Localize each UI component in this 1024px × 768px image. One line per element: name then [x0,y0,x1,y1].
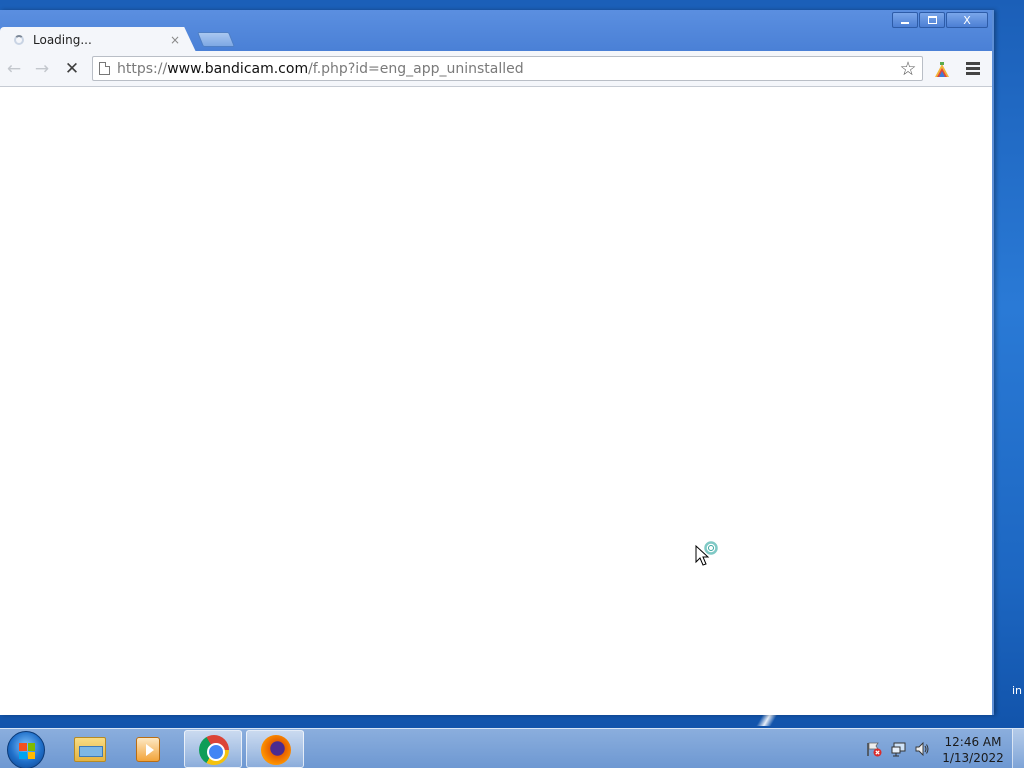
page-icon [99,62,110,75]
page-content [0,88,992,715]
address-bar[interactable]: https://www.bandicam.com/f.php?id=eng_ap… [92,56,923,81]
back-button[interactable]: ← [4,59,24,79]
url-text[interactable]: https://www.bandicam.com/f.php?id=eng_ap… [117,61,896,77]
explorer-icon [74,737,106,762]
firefox-icon [261,735,291,765]
tab-loading[interactable]: Loading... × [0,27,196,52]
browser-toolbar: ← → ✕ https://www.bandicam.com/f.php?id=… [0,51,992,87]
desktop-wallpaper-streak [752,714,782,726]
minimize-icon [901,22,909,24]
start-button[interactable] [7,731,45,768]
chrome-icon [199,735,229,765]
maximize-icon [927,16,937,24]
browser-window: Loading... × X ← → ✕ https://www.bandica… [0,10,994,715]
menu-icon[interactable] [966,62,980,75]
url-path: /f.php?id=eng_app_uninstalled [308,60,524,77]
taskbar-explorer[interactable] [60,730,118,768]
clock-time: 12:46 AM [944,735,1002,749]
minimize-button[interactable] [892,12,918,28]
taskbar: 12:46 AM 1/13/2022 [0,728,1024,768]
taskbar-media-player[interactable] [122,730,180,768]
tab-title: Loading... [33,32,92,47]
clock-date: 1/13/2022 [942,751,1004,765]
action-center-flag-icon[interactable] [866,741,882,757]
title-bar[interactable]: Loading... × X [0,10,992,52]
new-tab-button[interactable] [196,32,236,47]
forward-button[interactable]: → [32,59,52,79]
url-host: www.bandicam.com [167,60,309,77]
window-controls: X [891,12,988,28]
taskbar-firefox[interactable] [246,730,304,768]
media-player-icon [136,737,160,762]
network-icon[interactable] [891,741,907,757]
volume-icon[interactable] [914,741,930,757]
system-clock[interactable]: 12:46 AM 1/13/2022 [940,734,1006,766]
taskbar-chrome[interactable] [184,730,242,768]
close-button[interactable]: X [946,12,988,28]
maximize-button[interactable] [919,12,945,28]
tab-close-button[interactable]: × [170,33,180,47]
bookmark-star-icon[interactable]: ☆ [896,58,920,80]
spinner-icon [14,34,24,45]
url-scheme: https:// [117,60,168,77]
windows-logo-icon [19,743,35,759]
desktop-corner-text: in [1011,684,1022,697]
busy-cursor-icon [695,541,718,566]
extension-icon[interactable] [933,61,951,78]
stop-button[interactable]: ✕ [62,59,82,79]
close-icon: X [963,13,971,27]
show-desktop-button[interactable] [1012,729,1024,768]
